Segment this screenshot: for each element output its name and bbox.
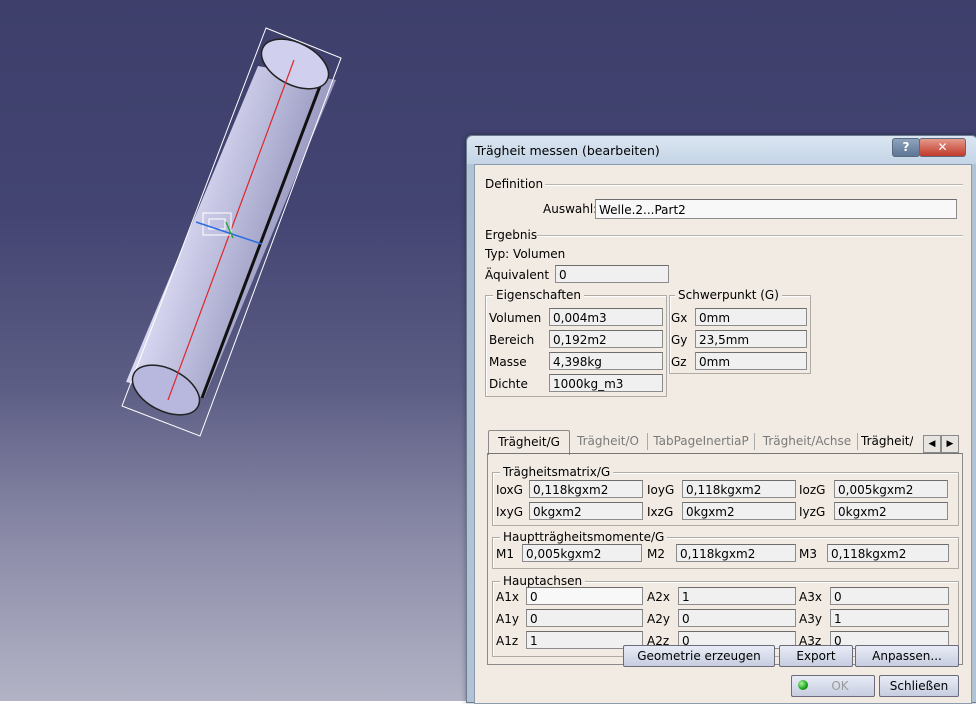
tab-inertia-a[interactable]: Trägheit/A xyxy=(861,430,913,453)
iozg-field[interactable]: 0,005kgxm2 xyxy=(834,480,948,498)
m3-field[interactable]: 0,118kgxm2 xyxy=(827,544,949,562)
a1x-label: A1x xyxy=(496,590,519,604)
divider xyxy=(545,184,963,186)
ixyg-label: IxyG xyxy=(496,505,524,519)
tab-inertia-axis[interactable]: Trägheit/Achse xyxy=(759,430,855,453)
selection-label: Auswahl: xyxy=(543,202,598,216)
ioxg-label: IoxG xyxy=(496,483,523,497)
m2-label: M2 xyxy=(647,547,665,561)
gy-label: Gy xyxy=(671,333,688,347)
tab-inertia-o[interactable]: Trägheit/O xyxy=(571,430,645,453)
density-field[interactable]: 1000kg_m3 xyxy=(549,374,663,392)
m2-field[interactable]: 0,118kgxm2 xyxy=(676,544,796,562)
close-icon[interactable]: ✕ xyxy=(919,138,966,157)
m1-field[interactable]: 0,005kgxm2 xyxy=(522,544,642,562)
ixzg-label: IxzG xyxy=(647,505,674,519)
a3x-label: A3x xyxy=(799,590,822,604)
a1z-label: A1z xyxy=(496,634,519,648)
ioxg-field[interactable]: 0,118kgxm2 xyxy=(529,480,643,498)
density-label: Dichte xyxy=(489,377,528,391)
a1y-label: A1y xyxy=(496,612,519,626)
a2x-field[interactable]: 1 xyxy=(678,587,796,605)
principal-moments-title: Hauptträgheitsmomente/G xyxy=(500,530,668,544)
a1x-field[interactable]: 0 xyxy=(526,587,643,605)
dialog-title: Trägheit messen (bearbeiten) xyxy=(475,143,660,158)
status-led-icon xyxy=(798,680,808,690)
gz-field[interactable]: 0mm xyxy=(695,352,807,370)
ok-button[interactable]: OK xyxy=(791,675,875,697)
a3x-field[interactable]: 0 xyxy=(830,587,949,605)
area-field[interactable]: 0,192m2 xyxy=(549,330,663,348)
volume-label: Volumen xyxy=(489,311,542,325)
inertia-matrix-title: Trägheitsmatrix/G xyxy=(500,465,614,479)
tab-separator xyxy=(647,433,648,450)
ixyg-field[interactable]: 0kgxm2 xyxy=(529,502,643,520)
close-button[interactable]: Schließen xyxy=(879,675,959,697)
cog-title: Schwerpunkt (G) xyxy=(675,288,782,302)
iozg-label: IozG xyxy=(799,483,826,497)
ioyg-field[interactable]: 0,118kgxm2 xyxy=(682,480,796,498)
dialog-title-bar[interactable]: Trägheit messen (bearbeiten) ? ✕ xyxy=(467,136,976,164)
tab-inertia-p[interactable]: TabPageInertiaP xyxy=(651,430,751,453)
iyzg-label: IyzG xyxy=(799,505,826,519)
equivalent-field[interactable]: 0 xyxy=(555,265,669,283)
tab-scroll-right-icon[interactable]: ▶ xyxy=(941,435,959,453)
dialog-client-area: Definition Auswahl: Welle.2...Part2 Erge… xyxy=(474,164,972,704)
ok-button-label: OK xyxy=(831,679,849,693)
customize-button[interactable]: Anpassen... xyxy=(855,645,959,667)
principal-axes-title: Hauptachsen xyxy=(500,574,586,588)
m3-label: M3 xyxy=(799,547,817,561)
a3y-label: A3y xyxy=(799,612,822,626)
gz-label: Gz xyxy=(671,355,687,369)
selection-field[interactable]: Welle.2...Part2 xyxy=(595,199,957,219)
tab-separator xyxy=(857,433,858,450)
result-type-text: Typ: Volumen xyxy=(485,247,566,261)
volume-field[interactable]: 0,004m3 xyxy=(549,308,663,326)
gy-field[interactable]: 23,5mm xyxy=(695,330,807,348)
ixzg-field[interactable]: 0kgxm2 xyxy=(682,502,796,520)
mass-label: Masse xyxy=(489,355,527,369)
result-section-label: Ergebnis xyxy=(485,228,538,242)
equivalent-label: Äquivalent xyxy=(485,268,550,282)
a2y-label: A2y xyxy=(647,612,670,626)
divider xyxy=(537,235,963,237)
gx-label: Gx xyxy=(671,311,688,325)
ioyg-label: IoyG xyxy=(647,483,675,497)
tab-inertia-g[interactable]: Trägheit/G xyxy=(488,430,570,455)
mass-field[interactable]: 4,398kg xyxy=(549,352,663,370)
iyzg-field[interactable]: 0kgxm2 xyxy=(834,502,948,520)
a2y-field[interactable]: 0 xyxy=(678,609,796,627)
tab-scroll-left-icon[interactable]: ◀ xyxy=(923,435,941,453)
export-button[interactable]: Export xyxy=(779,645,853,667)
a1y-field[interactable]: 0 xyxy=(526,609,643,627)
definition-section-label: Definition xyxy=(485,177,544,191)
inertia-dialog: Trägheit messen (bearbeiten) ? ✕ Definit… xyxy=(466,135,976,704)
create-geometry-button[interactable]: Geometrie erzeugen xyxy=(623,645,775,667)
a3y-field[interactable]: 1 xyxy=(830,609,949,627)
a2x-label: A2x xyxy=(647,590,670,604)
tab-separator xyxy=(754,433,755,450)
help-button[interactable]: ? xyxy=(892,138,920,157)
cylinder-part[interactable] xyxy=(121,27,342,437)
m1-label: M1 xyxy=(496,547,514,561)
gx-field[interactable]: 0mm xyxy=(695,308,807,326)
properties-title: Eigenschaften xyxy=(493,288,585,302)
area-label: Bereich xyxy=(489,333,535,347)
